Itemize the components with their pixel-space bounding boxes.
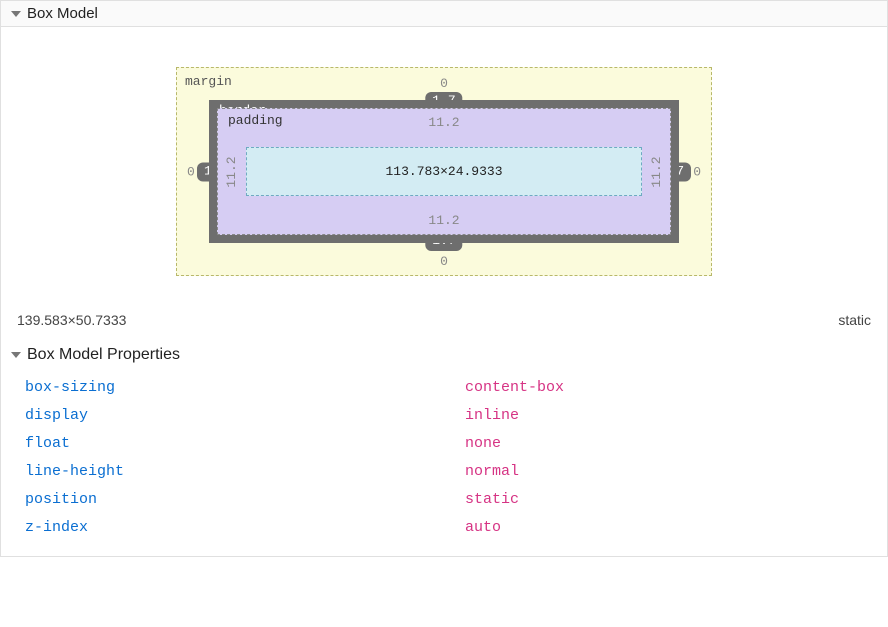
padding-top-value[interactable]: 11.2 (218, 115, 670, 130)
property-row[interactable]: z-indexauto (25, 514, 871, 542)
property-value: inline (465, 402, 519, 430)
padding-region[interactable]: padding 11.2 11.2 11.2 11.2 113.783×24.9… (217, 108, 671, 235)
margin-region[interactable]: margin 0 0 0 0 1.7 1.7 1.7 1.7 border pa… (176, 67, 712, 276)
box-model-properties-title: Box Model Properties (27, 346, 180, 364)
content-size-value: 113.783×24.9333 (385, 164, 502, 179)
element-position-value: static (838, 312, 871, 328)
property-value: content-box (465, 374, 564, 402)
box-model-properties-header[interactable]: Box Model Properties (1, 342, 887, 374)
property-value: normal (465, 458, 519, 486)
property-name: z-index (25, 514, 465, 542)
property-name: display (25, 402, 465, 430)
box-model-title: Box Model (27, 5, 98, 22)
box-model-summary: 139.583×50.7333 static (1, 306, 887, 342)
box-model-properties-list: box-sizingcontent-boxdisplayinlinefloatn… (1, 374, 887, 556)
box-model-panel: Box Model margin 0 0 0 0 1.7 1.7 1.7 1.7… (0, 0, 888, 557)
box-model-diagram-area: margin 0 0 0 0 1.7 1.7 1.7 1.7 border pa… (1, 27, 887, 306)
padding-bottom-value[interactable]: 11.2 (218, 213, 670, 228)
property-name: position (25, 486, 465, 514)
property-row[interactable]: positionstatic (25, 486, 871, 514)
property-row[interactable]: floatnone (25, 430, 871, 458)
content-region[interactable]: 113.783×24.9333 (246, 147, 642, 196)
margin-bottom-value[interactable]: 0 (177, 254, 711, 269)
chevron-down-icon (11, 11, 21, 17)
property-row[interactable]: box-sizingcontent-box (25, 374, 871, 402)
chevron-down-icon (11, 352, 21, 358)
property-name: line-height (25, 458, 465, 486)
padding-right-value[interactable]: 11.2 (649, 156, 664, 187)
property-row[interactable]: displayinline (25, 402, 871, 430)
margin-top-value[interactable]: 0 (177, 76, 711, 91)
border-region[interactable]: border padding 11.2 11.2 11.2 11.2 113.7… (209, 100, 679, 243)
margin-right-value[interactable]: 0 (693, 164, 701, 179)
property-value: static (465, 486, 519, 514)
property-name: box-sizing (25, 374, 465, 402)
box-model-header[interactable]: Box Model (1, 0, 887, 27)
property-value: auto (465, 514, 501, 542)
property-value: none (465, 430, 501, 458)
property-row[interactable]: line-heightnormal (25, 458, 871, 486)
padding-left-value[interactable]: 11.2 (224, 156, 239, 187)
property-name: float (25, 430, 465, 458)
margin-left-value[interactable]: 0 (187, 164, 195, 179)
element-size-value: 139.583×50.7333 (17, 312, 126, 328)
